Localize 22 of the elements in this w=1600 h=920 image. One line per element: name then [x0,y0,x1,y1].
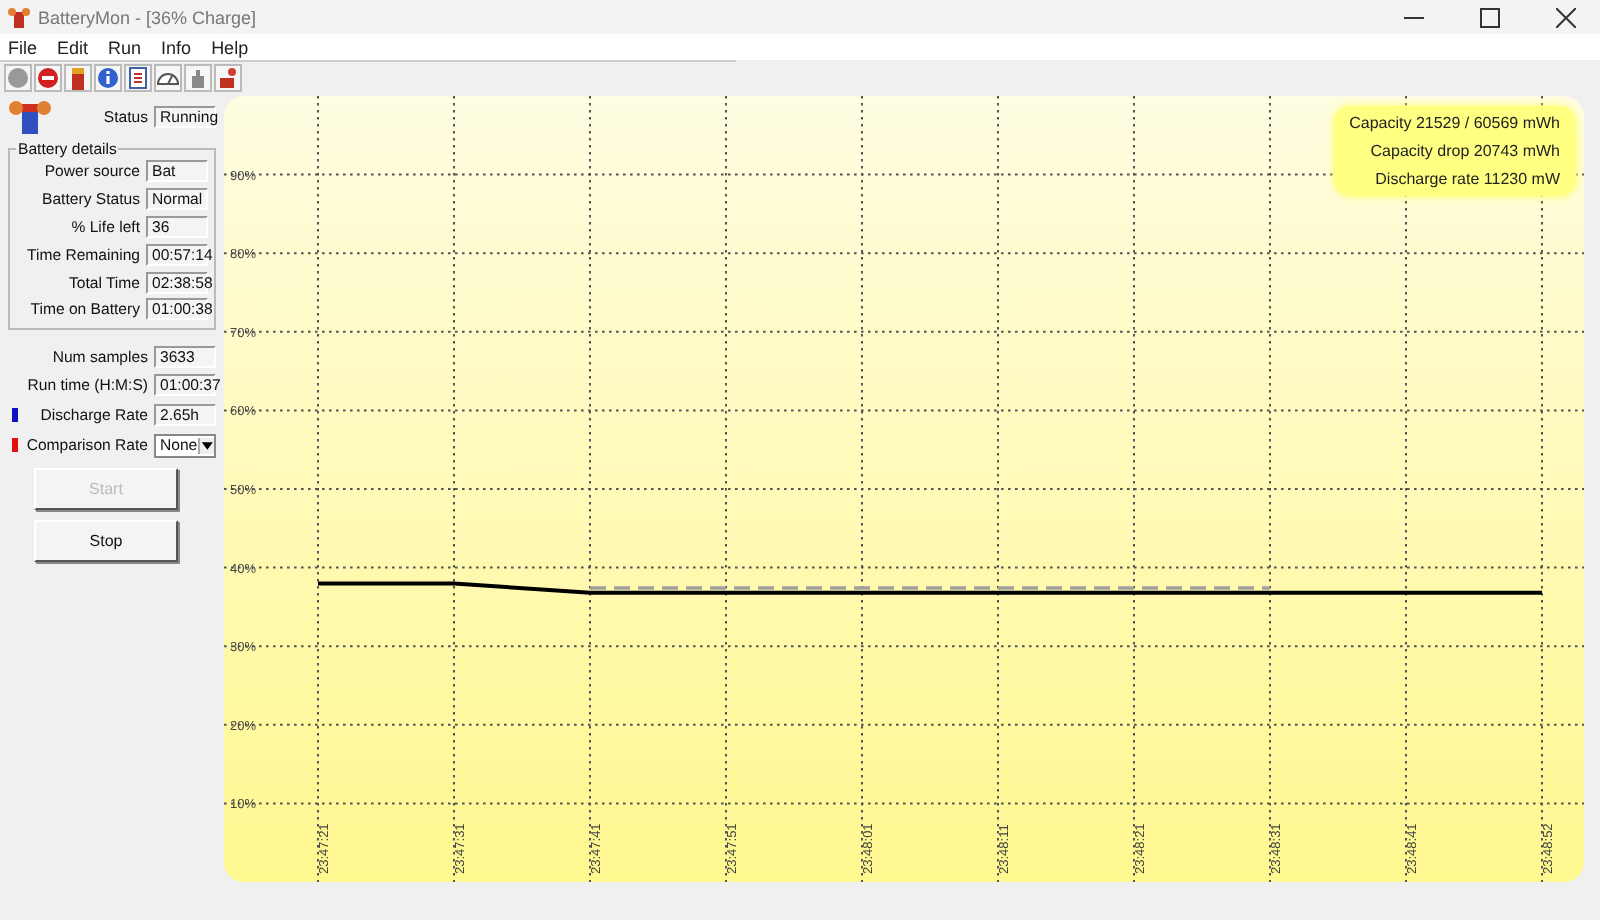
window-title: BatteryMon - [36% Charge] [38,7,259,27]
document-icon[interactable] [124,63,152,91]
menu-item[interactable]: Run [108,37,142,57]
dropdown-arrow-icon [197,437,214,454]
maximize-icon[interactable] [1480,7,1500,27]
menu-item[interactable]: Edit [57,37,89,57]
figure-icon[interactable] [214,63,242,91]
info-text: Capacity drop 20743 mWh [1370,142,1560,160]
battery-mascot-icon [8,96,52,136]
info-text: Discharge rate 11230 mW [1375,170,1560,188]
menu-item[interactable]: Help [211,37,249,57]
menu-item[interactable]: Info [161,37,192,57]
app-icon [8,6,30,28]
battery-icon[interactable] [64,63,92,91]
info-text: Capacity 21529 / 60569 mWh [1349,114,1560,132]
info-icon[interactable] [94,63,122,91]
record-icon[interactable] [4,63,32,91]
menu-item[interactable]: File [8,37,38,57]
stop-button[interactable]: Stop [34,519,178,562]
stop-icon[interactable] [34,63,62,91]
gauge-icon[interactable] [154,63,182,91]
close-icon[interactable] [1556,7,1576,27]
